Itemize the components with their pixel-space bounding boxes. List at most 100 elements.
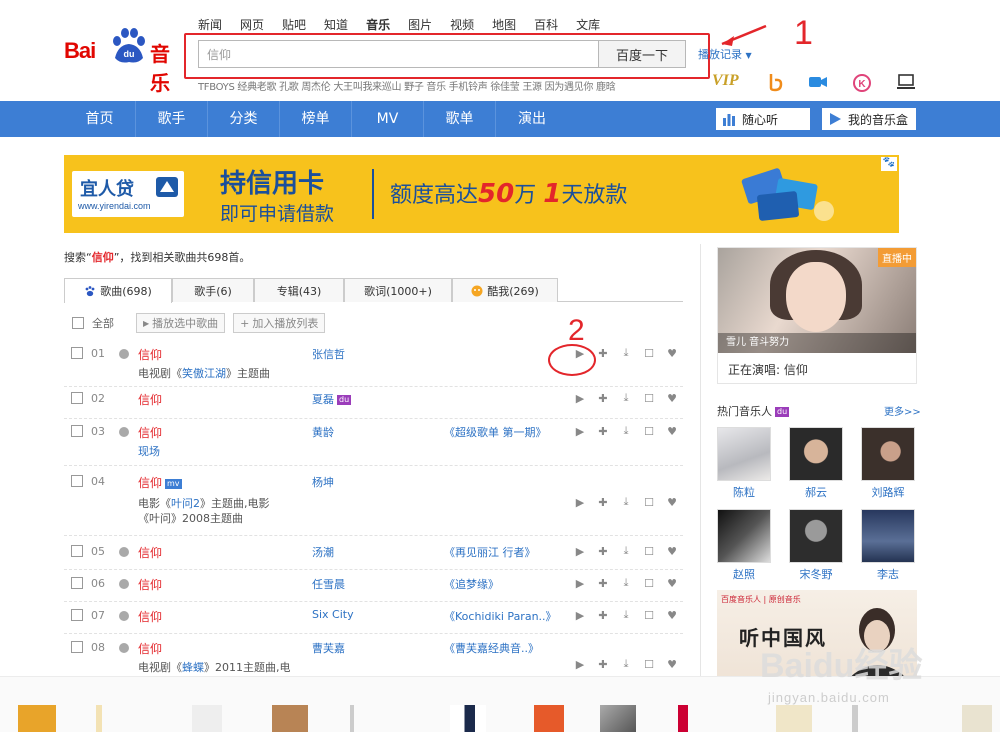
heart-icon[interactable]: ♥: [666, 425, 678, 438]
song-checkbox[interactable]: [71, 545, 83, 557]
heart-icon[interactable]: ♥: [666, 577, 678, 590]
add-icon[interactable]: ✚: [597, 609, 609, 622]
play-icon[interactable]: ▶: [574, 392, 586, 405]
play-icon[interactable]: ▶: [574, 609, 586, 622]
add-to-playlist-button[interactable]: + 加入播放列表: [233, 313, 326, 333]
add-icon[interactable]: ✚: [597, 392, 609, 405]
song-row[interactable]: 07 信仰 Six City 《Kochidiki Paran..》 ▶ ✚ ⤓ ☐ ♥: [64, 604, 683, 634]
song-row[interactable]: 04 信仰 mv 电影《叶问2》主题曲,电影《叶问》2008主题曲 杨坤 ▶ ✚ ⤓ ☐…: [64, 470, 683, 536]
tab-lyrics[interactable]: 歌词(1000+): [344, 278, 452, 302]
heart-icon[interactable]: ♥: [666, 658, 678, 671]
song-checkbox[interactable]: [71, 475, 83, 487]
artist-link[interactable]: 杨坤: [312, 474, 334, 490]
artist-name-link[interactable]: 刘路辉: [861, 484, 915, 500]
album-cover[interactable]: [534, 705, 564, 732]
song-row[interactable]: 08 信仰 电视剧《蜂蝶》2011主题曲,电 曹芙嘉 《曹芙嘉经典音..》 ▶ ✚…: [64, 636, 683, 676]
album-link[interactable]: 《再见丽江 行者》: [444, 544, 536, 560]
video-camera-icon[interactable]: [808, 72, 828, 92]
topnav-music[interactable]: 音乐: [366, 16, 390, 33]
more-artists-link[interactable]: 更多>>: [884, 403, 921, 418]
nav-categories[interactable]: 分类: [208, 101, 280, 137]
song-checkbox[interactable]: [71, 609, 83, 621]
nav-playlists[interactable]: 歌单: [424, 101, 496, 137]
nav-concerts[interactable]: 演出: [496, 101, 568, 137]
artist-avatar[interactable]: [717, 427, 771, 481]
nav-charts[interactable]: 榜单: [280, 101, 352, 137]
album-cover[interactable]: [272, 705, 308, 732]
download-icon[interactable]: ⤓: [620, 544, 632, 557]
play-icon[interactable]: ▶: [574, 545, 586, 558]
select-all-checkbox[interactable]: [72, 317, 84, 329]
topnav-news[interactable]: 新闻: [198, 16, 222, 33]
album-cover[interactable]: [192, 705, 222, 732]
artist-link[interactable]: 黄龄: [312, 424, 334, 440]
play-icon[interactable]: ▶: [574, 496, 586, 509]
nav-singers[interactable]: 歌手: [136, 101, 208, 137]
song-row[interactable]: 06 信仰 任雪晨 《追梦缘》 ▶ ✚ ⤓ ☐ ♥: [64, 572, 683, 602]
tab-singers[interactable]: 歌手(6): [172, 278, 254, 302]
song-checkbox[interactable]: [71, 347, 83, 359]
song-title-link[interactable]: 信仰: [138, 424, 162, 441]
artist-name-link[interactable]: 陈粒: [717, 484, 771, 500]
tab-songs[interactable]: 歌曲(698): [64, 278, 172, 303]
song-description-link[interactable]: 现场: [138, 445, 160, 458]
add-to-box-icon[interactable]: ☐: [643, 425, 655, 438]
play-icon[interactable]: ▶: [574, 577, 586, 590]
artist-link[interactable]: 夏磊 du: [312, 391, 352, 407]
hot-artist-card[interactable]: 郝云: [789, 427, 843, 500]
song-checkbox[interactable]: [71, 641, 83, 653]
topnav-zhidao[interactable]: 知道: [324, 16, 348, 33]
baidu-music-b-icon[interactable]: [766, 72, 786, 92]
artist-link[interactable]: 张信哲: [312, 346, 345, 362]
hot-artist-card[interactable]: 刘路辉: [861, 427, 915, 500]
song-checkbox[interactable]: [71, 425, 83, 437]
play-icon[interactable]: ▶: [574, 658, 586, 671]
artist-link[interactable]: 曹芙嘉: [312, 640, 345, 656]
song-description-link[interactable]: 蜂蝶: [182, 661, 204, 674]
vip-icon[interactable]: VIP: [712, 72, 739, 90]
random-listen-button[interactable]: 随心听: [716, 108, 810, 130]
desktop-client-icon[interactable]: [896, 72, 916, 92]
artist-name-link[interactable]: 郝云: [789, 484, 843, 500]
artist-link[interactable]: 汤潮: [312, 544, 334, 560]
artist-name-link[interactable]: 赵照: [717, 566, 771, 582]
artist-avatar[interactable]: [861, 509, 915, 563]
add-to-box-icon[interactable]: ☐: [643, 658, 655, 671]
song-title-link[interactable]: 信仰: [138, 346, 162, 363]
live-stream-photo[interactable]: 雪儿 音斗努力 直播中: [718, 248, 916, 353]
artist-name-link[interactable]: 宋冬野: [789, 566, 843, 582]
artist-avatar[interactable]: [861, 427, 915, 481]
download-icon[interactable]: ⤓: [620, 391, 632, 404]
play-selected-button[interactable]: ▶ 播放选中歌曲: [136, 313, 226, 333]
download-icon[interactable]: ⤓: [620, 657, 632, 670]
topnav-wenku[interactable]: 文库: [576, 16, 600, 33]
artist-avatar[interactable]: [789, 509, 843, 563]
album-cover[interactable]: [96, 705, 102, 732]
album-link[interactable]: 《Kochidiki Paran..》: [444, 608, 557, 624]
add-icon[interactable]: ✚: [597, 545, 609, 558]
album-link[interactable]: 《追梦缘》: [444, 576, 499, 592]
album-cover[interactable]: [962, 705, 992, 732]
hot-search-words[interactable]: TFBOYS 经典老歌 孔歌 周杰伦 大王叫我来巡山 野子 音乐 手机铃声 徐佳…: [198, 78, 616, 93]
topnav-tieba[interactable]: 贴吧: [282, 16, 306, 33]
song-description-link[interactable]: 叶问2: [171, 497, 200, 510]
heart-icon[interactable]: ♥: [666, 392, 678, 405]
add-to-box-icon[interactable]: ☐: [643, 347, 655, 360]
add-to-box-icon[interactable]: ☐: [643, 545, 655, 558]
play-icon[interactable]: ▶: [574, 425, 586, 438]
heart-icon[interactable]: ♥: [666, 347, 678, 360]
tab-kuwo[interactable]: 酷我(269): [452, 278, 558, 302]
add-icon[interactable]: ✚: [597, 658, 609, 671]
album-cover[interactable]: [852, 705, 858, 732]
add-icon[interactable]: ✚: [597, 347, 609, 360]
add-icon[interactable]: ✚: [597, 577, 609, 590]
download-icon[interactable]: ⤓: [620, 346, 632, 359]
heart-icon[interactable]: ♥: [666, 545, 678, 558]
song-title-link[interactable]: 信仰: [138, 544, 162, 561]
download-icon[interactable]: ⤓: [620, 576, 632, 589]
add-to-box-icon[interactable]: ☐: [643, 496, 655, 509]
artist-name-link[interactable]: 李志: [861, 566, 915, 582]
yirendai-ad-banner[interactable]: 宜人贷 www.yirendai.com 持信用卡 即可申请借款 额度高达50万…: [64, 155, 899, 233]
baidu-music-logo[interactable]: Bai du 音乐: [64, 26, 188, 95]
add-to-box-icon[interactable]: ☐: [643, 577, 655, 590]
